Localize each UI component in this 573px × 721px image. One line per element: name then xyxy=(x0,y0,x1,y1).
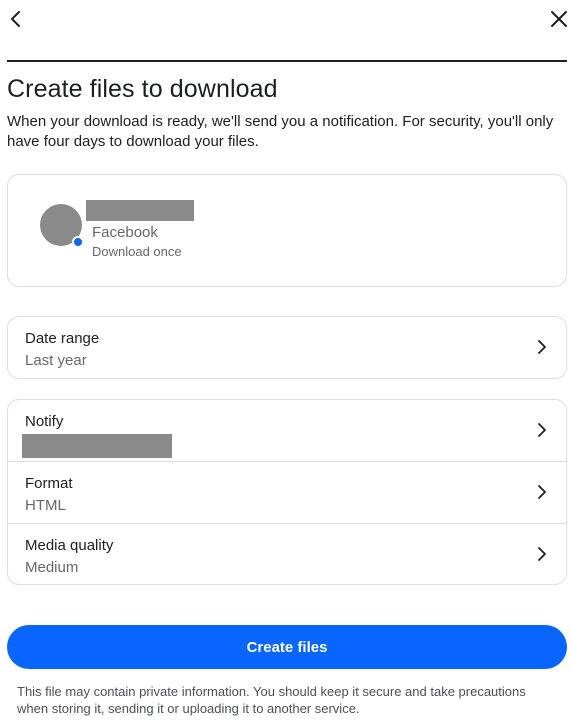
back-button[interactable] xyxy=(2,5,30,33)
format-label: Format xyxy=(25,475,73,492)
create-files-button[interactable]: Create files xyxy=(7,625,567,669)
header-divider xyxy=(7,60,567,62)
page-title: Create files to download xyxy=(7,75,278,103)
media-quality-value: Medium xyxy=(25,559,79,576)
date-range-card: Date range Last year xyxy=(7,316,567,379)
page-description: When your download is ready, we'll send … xyxy=(7,113,554,150)
notify-row[interactable]: Notify xyxy=(8,400,566,461)
media-quality-row[interactable]: Media quality Medium xyxy=(8,524,566,585)
top-bar xyxy=(0,0,573,40)
media-quality-label: Media quality xyxy=(25,537,114,554)
privacy-note: This file may contain private informatio… xyxy=(17,684,526,716)
chevron-right-icon xyxy=(538,485,546,499)
platform-badge-icon xyxy=(72,236,84,248)
close-icon xyxy=(551,11,567,27)
download-settings-card: Notify Format HTML Media quality Medium xyxy=(7,399,567,585)
chevron-left-icon xyxy=(11,11,20,27)
date-range-row[interactable]: Date range Last year xyxy=(8,317,566,378)
avatar xyxy=(40,204,84,248)
date-range-label: Date range xyxy=(25,330,100,347)
chevron-right-icon xyxy=(538,340,546,354)
notify-label: Notify xyxy=(25,413,64,430)
notify-value-redacted xyxy=(22,434,172,458)
format-value: HTML xyxy=(25,497,66,514)
account-name-redacted xyxy=(86,200,194,221)
chevron-right-icon xyxy=(538,423,546,437)
chevron-right-icon xyxy=(538,547,546,561)
download-frequency: Download once xyxy=(92,244,182,259)
account-platform: Facebook xyxy=(92,224,158,241)
account-card: Facebook Download once xyxy=(7,174,567,287)
date-range-value: Last year xyxy=(25,352,87,369)
close-button[interactable] xyxy=(545,5,573,33)
format-row[interactable]: Format HTML xyxy=(8,462,566,523)
